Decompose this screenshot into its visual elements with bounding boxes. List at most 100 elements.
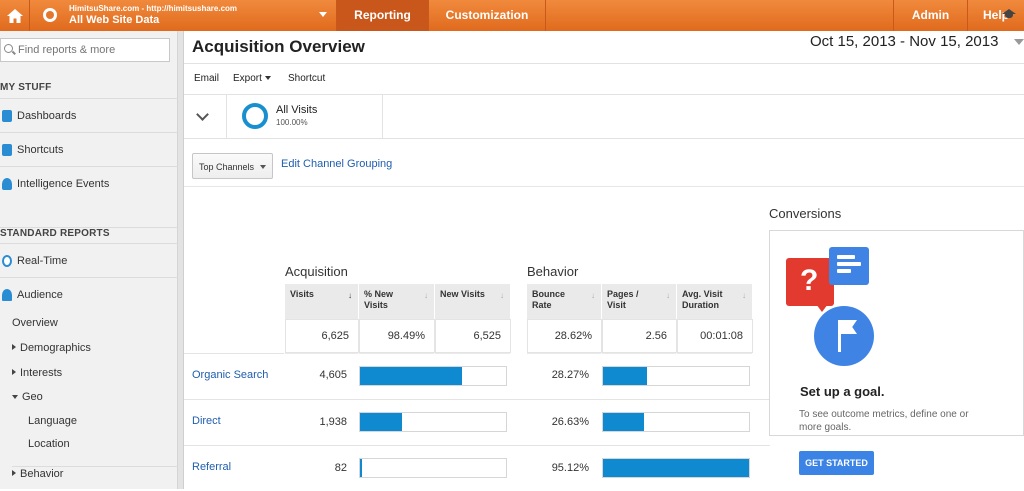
sidebar-item-behavior[interactable]: Behavior <box>12 466 178 480</box>
channel-grouping-select[interactable]: Top Channels <box>192 153 273 179</box>
channel-referral[interactable]: Referral <box>184 445 284 491</box>
sort-arrow-icon: ↓ <box>742 291 746 300</box>
bar-fill <box>360 459 362 477</box>
sort-arrow-icon: ↓ <box>591 291 595 300</box>
edit-channel-grouping-link[interactable]: Edit Channel Grouping <box>281 158 392 170</box>
sort-arrow-icon: ↓ <box>500 291 504 300</box>
home-icon <box>6 8 23 23</box>
sidebar-item-label: Dashboards <box>17 109 77 122</box>
export-button[interactable]: Export <box>233 73 271 84</box>
shortcut-button[interactable]: Shortcut <box>288 73 325 84</box>
total-new-visits: 6,525 <box>435 319 511 353</box>
sort-arrow-icon: ↓ <box>666 291 670 300</box>
row-visits: 82 <box>334 462 347 474</box>
total-pct-new-visits: 98.49% <box>359 319 435 353</box>
channel-grouping-value: Top Channels <box>199 162 255 172</box>
sidebar-item-label: Audience <box>17 288 63 301</box>
chevron-down-icon <box>264 76 271 80</box>
home-button[interactable] <box>0 0 30 31</box>
row-bounce-rate: 26.63% <box>551 416 589 428</box>
column-label: Avg. Visit <box>682 289 723 299</box>
sidebar-item-overview[interactable]: Overview <box>12 317 58 329</box>
sidebar-item-label: Intelligence Events <box>17 177 110 190</box>
sidebar-item-real-time[interactable]: Real-Time <box>0 243 178 277</box>
chevron-down-icon <box>260 165 266 169</box>
sidebar-item-language[interactable]: Language <box>28 415 77 427</box>
divider <box>184 399 770 400</box>
column-label: Bounce <box>532 289 566 299</box>
report-toolbar: Email Export Shortcut <box>184 63 1024 95</box>
column-label: Duration <box>682 300 719 310</box>
date-range-selector[interactable]: Oct 15, 2013 - Nov 15, 2013 <box>810 33 998 50</box>
dashboard-icon <box>2 109 12 122</box>
bar-fill <box>360 367 462 385</box>
goal-circle-icon <box>814 306 874 366</box>
sidebar-item-interests[interactable]: Interests <box>12 367 62 379</box>
total-visits: 6,625 <box>285 319 359 353</box>
graduation-cap-icon[interactable] <box>1002 9 1016 19</box>
email-button[interactable]: Email <box>194 73 219 84</box>
tab-customization[interactable]: Customization <box>429 0 546 31</box>
sidebar: MY STUFF Dashboards Shortcuts Intelligen… <box>0 31 178 489</box>
divider <box>184 445 770 446</box>
report-search <box>0 38 170 62</box>
sidebar-item-location[interactable]: Location <box>28 438 70 450</box>
column-label: Visit <box>607 300 626 310</box>
search-input[interactable] <box>18 42 166 58</box>
divider <box>382 95 383 139</box>
bar-fill <box>603 367 647 385</box>
sidebar-item-audience[interactable]: Audience <box>0 277 178 311</box>
tab-reporting[interactable]: Reporting <box>337 0 429 31</box>
search-icon <box>4 44 13 53</box>
sidebar-item-demographics[interactable]: Demographics <box>12 342 91 354</box>
column-label: Pages / <box>607 289 639 299</box>
visits-share-bar <box>359 366 507 386</box>
sidebar-item-geo[interactable]: Geo <box>12 391 43 403</box>
sidebar-item-intelligence-events[interactable]: Intelligence Events <box>0 166 178 200</box>
flag-icon <box>838 320 841 352</box>
divider <box>184 186 1024 187</box>
clock-icon <box>2 254 12 267</box>
chevron-down-icon <box>12 395 18 399</box>
chevron-down-icon[interactable] <box>196 108 209 121</box>
chevron-right-icon <box>12 369 16 375</box>
conversions-heading: Conversions <box>769 206 842 221</box>
bounce-rate-bar <box>602 366 750 386</box>
chevron-down-icon[interactable] <box>1014 39 1024 45</box>
chevron-right-icon <box>12 470 16 476</box>
divider <box>226 95 227 139</box>
row-visits: 4,605 <box>319 369 347 381</box>
column-label: % New <box>364 289 394 299</box>
bar-fill <box>360 413 402 431</box>
column-label: Visits <box>364 300 388 310</box>
account-view: All Web Site Data <box>69 14 160 26</box>
shortcut-icon <box>2 143 12 156</box>
channel-direct[interactable]: Direct <box>184 399 284 445</box>
channel-organic-search[interactable]: Organic Search <box>184 353 284 399</box>
segment-percent: 100.00% <box>276 118 308 127</box>
column-label: Visits <box>290 289 314 299</box>
export-label: Export <box>233 73 262 84</box>
account-selector[interactable]: HimitsuShare.com - http://himitsushare.c… <box>30 0 337 31</box>
chevron-down-icon <box>319 12 327 17</box>
sidebar-item-shortcuts[interactable]: Shortcuts <box>0 132 178 166</box>
sidebar-item-label: Geo <box>22 391 43 403</box>
bounce-rate-bar <box>602 458 750 478</box>
get-started-button[interactable]: GET STARTED <box>799 451 874 475</box>
row-visits: 1,938 <box>319 416 347 428</box>
chevron-right-icon <box>12 344 16 350</box>
bounce-rate-bar <box>602 412 750 432</box>
total-avg-visit-duration: 00:01:08 <box>677 319 753 353</box>
row-bounce-rate: 95.12% <box>551 462 589 474</box>
sidebar-item-label: Real-Time <box>17 254 68 267</box>
acquisition-heading: Acquisition <box>285 264 348 279</box>
segment-name[interactable]: All Visits <box>276 104 317 116</box>
sidebar-item-dashboards[interactable]: Dashboards <box>0 98 178 132</box>
account-url: HimitsuShare.com - http://himitsushare.c… <box>69 4 238 13</box>
column-label: Rate <box>532 300 552 310</box>
sidebar-item-label: Interests <box>20 367 63 379</box>
sort-arrow-icon: ↓ <box>348 291 352 300</box>
admin-link[interactable]: Admin <box>893 0 968 31</box>
total-bounce-rate: 28.62% <box>527 319 602 353</box>
bar-fill <box>603 459 749 477</box>
